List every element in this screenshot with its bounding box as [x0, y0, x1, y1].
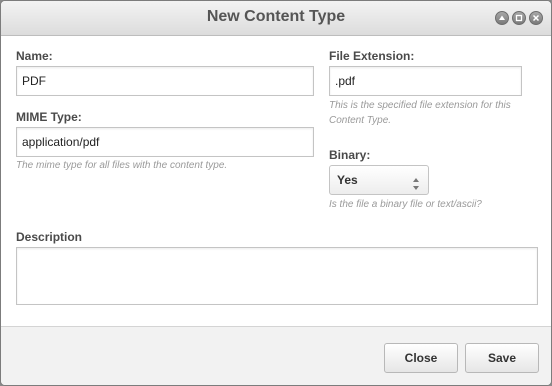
dialog-content: Name: PDF MIME Type: application/pdf The…: [1, 36, 551, 326]
mime-type-input[interactable]: application/pdf: [16, 127, 314, 157]
mime-type-label: MIME Type:: [16, 110, 82, 124]
close-button[interactable]: Close: [384, 343, 458, 373]
file-extension-label: File Extension:: [329, 49, 415, 63]
binary-select[interactable]: Yes: [329, 165, 429, 195]
description-textarea[interactable]: [16, 247, 538, 305]
minimize-icon[interactable]: [512, 11, 526, 25]
binary-hint: Is the file a binary file or text/ascii?: [329, 199, 482, 210]
mime-type-hint: The mime type for all files with the con…: [16, 160, 228, 171]
name-label: Name:: [16, 49, 53, 63]
name-input[interactable]: PDF: [16, 66, 314, 96]
save-button[interactable]: Save: [465, 343, 539, 373]
file-extension-hint: This is the specified file extension for…: [329, 100, 511, 126]
close-icon[interactable]: [529, 11, 543, 25]
dialog-title: New Content Type: [206, 8, 346, 25]
window-controls: [495, 11, 543, 25]
new-content-type-dialog: New Content Type Name: PDF MIME Type: ap…: [0, 0, 552, 386]
file-extension-input[interactable]: .pdf: [329, 66, 522, 96]
collapse-icon[interactable]: [495, 11, 509, 25]
description-label: Description: [16, 230, 83, 244]
binary-label: Binary:: [329, 148, 371, 162]
dialog-footer: Close Save: [1, 326, 551, 385]
binary-select-value: Yes: [337, 173, 358, 187]
dialog-titlebar[interactable]: New Content Type: [1, 1, 551, 36]
